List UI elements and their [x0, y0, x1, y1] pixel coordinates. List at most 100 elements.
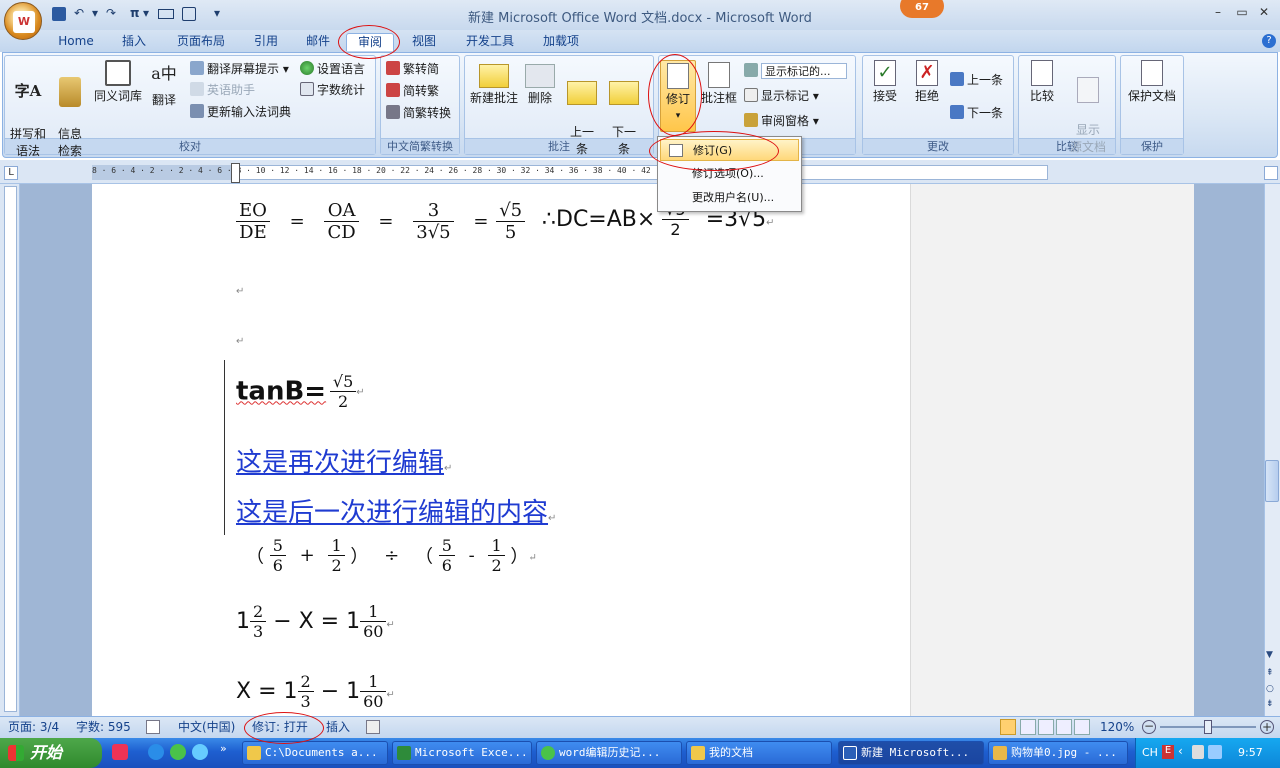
- status-language[interactable]: 中文(中国): [178, 719, 235, 735]
- revision-line-1: 这是再次进行编辑↵: [236, 448, 453, 478]
- vertical-ruler[interactable]: [4, 186, 17, 712]
- view-ruler-icon[interactable]: [1264, 166, 1278, 180]
- previous-comment-button[interactable]: 上一 条: [564, 60, 600, 158]
- start-button[interactable]: 开始: [0, 738, 102, 768]
- previous-change-button[interactable]: 上一条: [950, 71, 1003, 89]
- simp-trad-label: 简转繁: [403, 84, 440, 98]
- set-language-button[interactable]: 设置语言: [300, 60, 365, 78]
- indent-marker[interactable]: [231, 163, 240, 183]
- menu-item-track-options[interactable]: 修订选项(O)...: [660, 163, 799, 185]
- tab-insert[interactable]: 插入: [114, 33, 154, 51]
- next-page-icon[interactable]: ⇟: [1266, 699, 1274, 709]
- ime-indicator[interactable]: CH: [1142, 746, 1158, 759]
- clock[interactable]: 9:57: [1238, 746, 1263, 759]
- quicklaunch-app-icon[interactable]: [112, 744, 128, 760]
- taskbar-item-excel[interactable]: Microsoft Exce...: [392, 741, 532, 765]
- track-changes-menu-icon: [669, 144, 683, 157]
- taskbar-item-word[interactable]: 新建 Microsoft...: [838, 741, 984, 765]
- delete-comment-button[interactable]: 删除: [524, 60, 556, 107]
- outline-view-icon[interactable]: [1056, 719, 1072, 735]
- zoom-level[interactable]: 120%: [1100, 719, 1134, 735]
- taskbar-item-explorer[interactable]: C:\Documents a...: [242, 741, 388, 765]
- ime-icon[interactable]: E: [1162, 745, 1174, 759]
- taskbar-item-browser[interactable]: word编辑历史记...: [536, 741, 682, 765]
- display-for-review-select[interactable]: 显示标记的...: [744, 62, 854, 80]
- status-page[interactable]: 页面: 3/4: [8, 719, 59, 735]
- menu-item-track-changes[interactable]: 修订(G): [660, 139, 799, 161]
- trad-simp-icon: [386, 61, 400, 75]
- tray-app-icon[interactable]: [1192, 745, 1204, 759]
- protect-document-button[interactable]: 保护文档: [1122, 60, 1182, 105]
- reviewing-pane-button[interactable]: 审阅窗格 ▾: [744, 112, 819, 130]
- tab-selector-icon[interactable]: L: [4, 166, 18, 180]
- draft-view-icon[interactable]: [1074, 719, 1090, 735]
- thesaurus-label: 同义词库: [93, 89, 142, 103]
- tab-page-layout[interactable]: 页面布局: [170, 33, 232, 51]
- scrollbar-thumb[interactable]: [1265, 460, 1279, 502]
- tab-view[interactable]: 视图: [404, 33, 444, 51]
- office-button[interactable]: W: [4, 2, 42, 40]
- tab-mailings[interactable]: 邮件: [298, 33, 338, 51]
- next-change-button[interactable]: 下一条: [950, 104, 1003, 122]
- network-icon[interactable]: [1208, 745, 1222, 759]
- thesaurus-button[interactable]: 同义词库: [92, 60, 144, 105]
- start-label: 开始: [30, 743, 63, 762]
- tab-references[interactable]: 引用: [246, 33, 286, 51]
- spelling-grammar-button[interactable]: 字A 拼写和 语法: [6, 60, 50, 160]
- tab-addins[interactable]: 加载项: [536, 33, 586, 51]
- minimize-icon[interactable]: –: [1208, 5, 1228, 21]
- zoom-in-icon[interactable]: +: [1260, 720, 1274, 734]
- taskbar-item-my-documents[interactable]: 我的文档: [686, 741, 832, 765]
- tab-home[interactable]: Home: [52, 33, 100, 51]
- reject-button[interactable]: ✗ 拒绝: [908, 60, 946, 105]
- track-changes-button[interactable]: 修订 ▾: [660, 60, 696, 132]
- select-browse-object-icon[interactable]: ○: [1266, 684, 1274, 694]
- proofing-status-icon[interactable]: [146, 720, 160, 734]
- research-label: 信息 检索: [57, 127, 82, 158]
- taskbar-item-image-viewer-label: 购物单0.jpg - ...: [1011, 746, 1117, 759]
- full-screen-view-icon[interactable]: [1020, 719, 1036, 735]
- show-markup-label: 显示标记: [761, 89, 810, 103]
- new-comment-button[interactable]: 新建批注: [466, 60, 522, 107]
- status-insert-mode[interactable]: 插入: [326, 719, 350, 735]
- traditional-to-simplified-button[interactable]: 繁转简: [386, 60, 439, 78]
- tray-collapse-icon[interactable]: ‹: [1178, 744, 1190, 760]
- show-markup-button[interactable]: 显示标记 ▾: [744, 87, 819, 105]
- print-layout-view-icon[interactable]: [1000, 719, 1016, 735]
- zoom-slider-thumb[interactable]: [1204, 720, 1212, 734]
- web-layout-view-icon[interactable]: [1038, 719, 1054, 735]
- previous-page-icon[interactable]: ⇞: [1266, 668, 1274, 678]
- accept-button[interactable]: ✓ 接受: [866, 60, 904, 105]
- status-track-changes[interactable]: 修订: 打开: [252, 719, 308, 735]
- menu-item-track-changes-label: 修订(G): [693, 144, 733, 157]
- ie-icon[interactable]: [148, 744, 164, 760]
- translate-tip-button[interactable]: 翻译屏幕提示 ▾: [190, 60, 289, 78]
- zoom-out-icon[interactable]: −: [1142, 720, 1156, 734]
- macro-record-icon[interactable]: [366, 720, 380, 734]
- word-count-button[interactable]: 字数统计: [300, 81, 365, 99]
- translate-button[interactable]: a中 翻译: [146, 60, 182, 109]
- scroll-down-icon[interactable]: ▼: [1266, 650, 1273, 660]
- next-comment-button[interactable]: 下一 条: [606, 60, 642, 158]
- compare-button[interactable]: 比较: [1022, 60, 1062, 105]
- menu-item-change-username[interactable]: 更改用户名(U)...: [660, 187, 799, 209]
- browser-icon[interactable]: [170, 744, 186, 760]
- vertical-scrollbar[interactable]: [1264, 184, 1280, 716]
- tab-developer[interactable]: 开发工具: [458, 33, 522, 51]
- balloons-button[interactable]: 批注框: [700, 60, 738, 107]
- close-icon[interactable]: ✕: [1254, 5, 1274, 21]
- tab-review[interactable]: 审阅: [346, 33, 394, 51]
- restore-icon[interactable]: ▭: [1232, 5, 1252, 21]
- status-word-count[interactable]: 字数: 595: [76, 719, 131, 735]
- update-ime-button[interactable]: 更新输入法词典: [190, 103, 291, 121]
- media-icon[interactable]: [192, 744, 208, 760]
- simplified-to-traditional-button[interactable]: 简转繁: [386, 82, 439, 100]
- english-assistant-icon: [190, 82, 204, 96]
- quicklaunch-more-icon[interactable]: »: [220, 742, 227, 755]
- translate-tip-icon: [190, 61, 204, 75]
- research-button[interactable]: 信息 检索: [52, 60, 88, 160]
- taskbar-item-image-viewer[interactable]: 购物单0.jpg - ...: [988, 741, 1128, 765]
- word-count-label: 字数统计: [317, 83, 366, 97]
- help-icon[interactable]: ?: [1262, 34, 1276, 48]
- convert-button[interactable]: 简繁转换: [386, 104, 451, 122]
